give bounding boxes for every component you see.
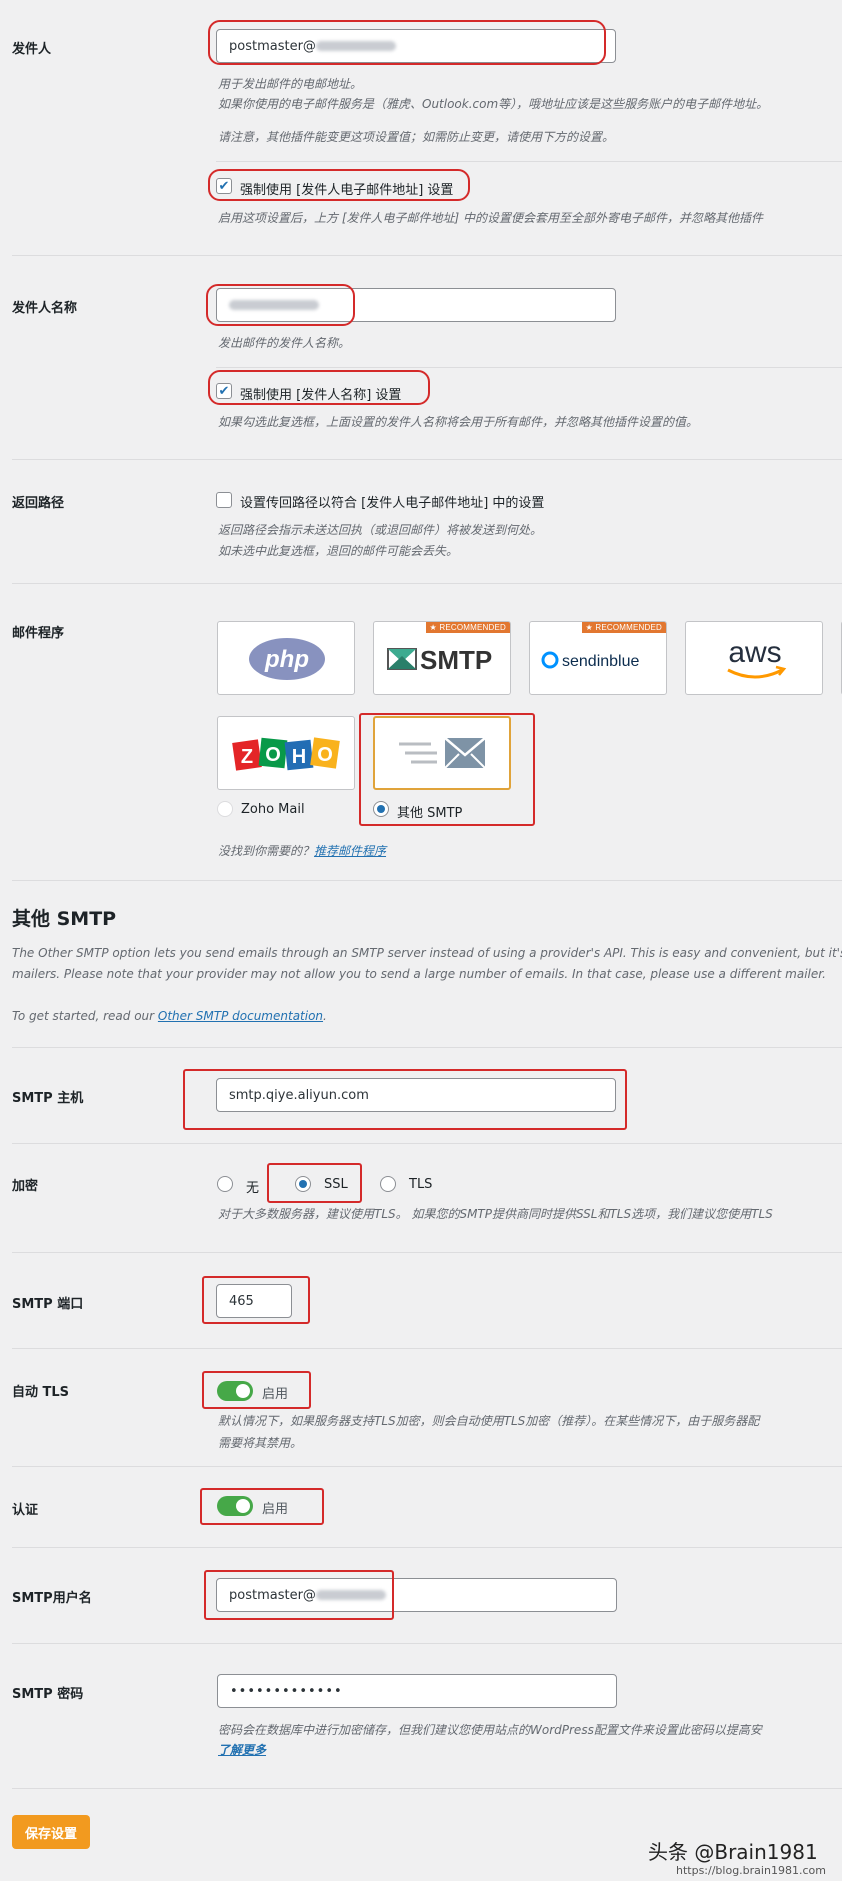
highlight-box bbox=[202, 1371, 311, 1409]
svg-text:O: O bbox=[317, 744, 333, 766]
save-settings-button[interactable]: 保存设置 bbox=[12, 1815, 90, 1849]
watermark-url: https://blog.brain1981.com bbox=[676, 1864, 826, 1877]
auto-tls-desc-2: 需要将其禁用。 bbox=[218, 1436, 303, 1450]
svg-text:Z: Z bbox=[241, 746, 253, 768]
mailer-tile-php[interactable]: php bbox=[217, 621, 355, 695]
highlight-box bbox=[202, 1276, 310, 1324]
recommended-badge: ★ RECOMMENDED bbox=[581, 622, 666, 633]
encryption-label: 加密 bbox=[12, 1179, 39, 1194]
other-smtp-doc-link[interactable]: Other SMTP documentation bbox=[158, 1009, 323, 1023]
svg-text:aws: aws bbox=[728, 636, 781, 669]
return-path-desc-2: 如未选中此复选框，退回的邮件可能会丢失。 bbox=[218, 544, 459, 558]
return-path-checkbox[interactable] bbox=[216, 492, 232, 508]
smtp-pass-desc: 密码会在数据库中进行加密储存，但我们建议您使用站点的WordPress配置文件来… bbox=[218, 1723, 762, 1737]
highlight-box bbox=[359, 713, 535, 826]
aws-logo-icon: aws bbox=[727, 636, 787, 679]
encryption-tls-radio[interactable] bbox=[380, 1176, 396, 1192]
auto-tls-label: 自动 TLS bbox=[12, 1385, 70, 1400]
from-email-desc-1: 用于发出邮件的电邮地址。 bbox=[218, 77, 363, 91]
mailer-tile-zoho[interactable]: Z O H O bbox=[217, 716, 355, 790]
smtp-pass-label: SMTP 密码 bbox=[12, 1687, 84, 1702]
zoho-radio[interactable] bbox=[217, 801, 233, 817]
encryption-desc: 对于大多数服务器，建议使用TLS。 如果您的SMTP提供商同时提供SSL和TLS… bbox=[218, 1207, 773, 1221]
force-from-email-desc: 启用这项设置后，上方 [发件人电子邮件地址] 中的设置便会套用至全部外寄电子邮件… bbox=[218, 211, 763, 225]
php-logo-icon: php bbox=[249, 638, 325, 680]
other-smtp-heading: 其他 SMTP bbox=[12, 908, 117, 930]
encryption-none-radio[interactable] bbox=[217, 1176, 233, 1192]
from-name-label: 发件人名称 bbox=[12, 301, 78, 316]
encryption-none-label: 无 bbox=[246, 1181, 260, 1196]
recommended-badge: ★ RECOMMENDED bbox=[425, 622, 510, 633]
other-smtp-start: To get started, read our Other SMTP docu… bbox=[12, 1009, 327, 1023]
highlight-box bbox=[206, 284, 355, 326]
highlight-box bbox=[208, 370, 430, 405]
smtp-pass-input[interactable]: ••••••••••••• bbox=[217, 1674, 617, 1708]
force-from-name-desc: 如果勾选此复选框，上面设置的发件人名称将会用于所有邮件，并忽略其他插件设置的值。 bbox=[218, 415, 699, 429]
mailer-tile-aws[interactable]: aws bbox=[685, 621, 823, 695]
highlight-box bbox=[267, 1163, 362, 1203]
highlight-box bbox=[208, 169, 470, 201]
from-email-label: 发件人 bbox=[12, 42, 52, 57]
from-email-desc-2: 如果你使用的电子邮件服务是（雅虎、Outlook.com等），哦地址应该是这些服… bbox=[218, 97, 769, 111]
auth-label: 认证 bbox=[12, 1503, 39, 1518]
from-email-desc-3: 请注意，其他插件能变更这项设置值；如需防止变更，请使用下方的设置。 bbox=[218, 130, 615, 144]
return-path-check-label: 设置传回路径以符合 [发件人电子邮件地址] 中的设置 bbox=[240, 496, 545, 511]
svg-text:sendinblue: sendinblue bbox=[562, 653, 640, 670]
learn-more-link[interactable]: 了解更多 bbox=[218, 1741, 266, 1758]
svg-text:SMTP: SMTP bbox=[420, 645, 492, 675]
smtp-port-label: SMTP 端口 bbox=[12, 1297, 84, 1312]
from-name-desc: 发出邮件的发件人名称。 bbox=[218, 336, 351, 350]
return-path-label: 返回路径 bbox=[12, 496, 65, 511]
highlight-box bbox=[204, 1570, 394, 1620]
svg-text:php: php bbox=[264, 646, 309, 673]
watermark-text: 头条 @Brain1981 bbox=[648, 1840, 818, 1864]
mailer-tile-smtp[interactable]: ★ RECOMMENDED SMTP bbox=[373, 621, 511, 695]
return-path-desc-1: 返回路径会指示未送达回执（或退回邮件）将被发送到何处。 bbox=[218, 523, 543, 537]
highlight-box bbox=[200, 1488, 324, 1525]
other-smtp-intro-1: The Other SMTP option lets you send emai… bbox=[12, 946, 842, 960]
highlight-box bbox=[183, 1069, 627, 1130]
other-smtp-intro-2: mailers. Please note that your provider … bbox=[12, 967, 826, 981]
highlight-box bbox=[208, 20, 606, 65]
mailer-label: 邮件程序 bbox=[12, 626, 65, 641]
svg-text:O: O bbox=[265, 744, 281, 766]
smtp-user-label: SMTP用户名 bbox=[12, 1591, 92, 1606]
zoho-logo-icon: Z O H O bbox=[232, 737, 340, 771]
suggest-mailer-link[interactable]: 推荐邮件程序 bbox=[314, 844, 386, 858]
encryption-tls-label: TLS bbox=[409, 1177, 433, 1192]
mailer-suggest: 没找到你需要的？推荐邮件程序 bbox=[218, 844, 387, 858]
smtp-host-label: SMTP 主机 bbox=[12, 1091, 84, 1106]
mailer-tile-sendinblue[interactable]: ★ RECOMMENDED sendinblue bbox=[529, 621, 667, 695]
svg-text:H: H bbox=[292, 746, 306, 768]
auto-tls-desc-1: 默认情况下，如果服务器支持TLS加密，则会自动使用TLS加密（推荐）。在某些情况… bbox=[218, 1414, 760, 1428]
zoho-radio-label: Zoho Mail bbox=[241, 802, 305, 817]
